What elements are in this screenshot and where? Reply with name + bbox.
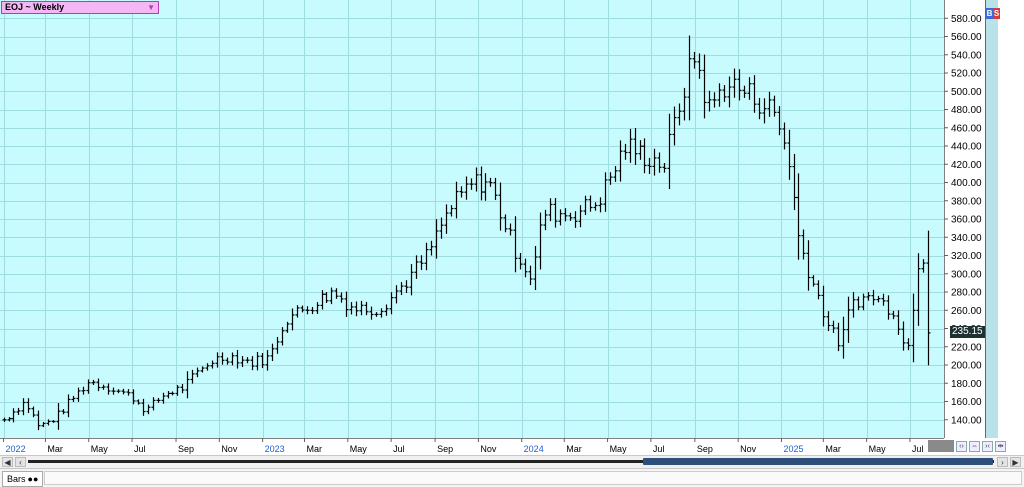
x-tick-label: Mar (306, 444, 322, 454)
y-tick-label: 220.00 (951, 342, 982, 353)
x-tick-label: May (350, 444, 368, 454)
y-tick-label: 380.00 (951, 196, 982, 207)
status-bar: Bars ●● (0, 468, 1024, 487)
time-scrollbar[interactable]: ◀ ‹ › ▶ (0, 455, 1024, 468)
x-tick-label: May (91, 444, 109, 454)
y-tick-label: 560.00 (951, 32, 982, 43)
y-tick-label: 280.00 (951, 288, 982, 299)
zoom-out-icon[interactable]: ‹› (956, 441, 967, 452)
y-tick-label: 300.00 (951, 269, 982, 280)
x-tick-label: 2023 (265, 444, 285, 454)
y-tick-label: 340.00 (951, 233, 982, 244)
y-tick-label: 520.00 (951, 69, 982, 80)
x-tick-label: Mar (825, 444, 841, 454)
x-tick-label: Mar (566, 444, 582, 454)
x-tick-label: Jul (912, 444, 924, 454)
x-tick-label: Mar (47, 444, 63, 454)
y-tick-label: 440.00 (951, 142, 982, 153)
x-tick-label: Jul (134, 444, 146, 454)
chart-tool-buttons: ‹› ⇔ ›‹ ⇹ (956, 441, 1006, 452)
y-tick-label: 140.00 (951, 415, 982, 426)
last-price-marker: 235.15 (950, 326, 985, 338)
symbol-label: EOJ ~ Weekly (5, 2, 65, 12)
symbol-selector[interactable]: EOJ ~ Weekly ▼ (1, 1, 159, 14)
y-tick-label: 540.00 (951, 50, 982, 61)
time-axis-corner (928, 440, 954, 452)
right-edge-panel (998, 0, 1024, 438)
scroll-left-icon[interactable]: ‹ (15, 457, 26, 467)
y-tick-label: 400.00 (951, 178, 982, 189)
zoom-in-icon[interactable]: ›‹ (982, 441, 993, 452)
link-icon: ●● (27, 474, 39, 484)
x-tick-label: Nov (221, 444, 238, 454)
y-tick-label: 320.00 (951, 251, 982, 262)
x-tick-label: 2025 (783, 444, 803, 454)
status-panel (44, 471, 1022, 485)
chart-canvas[interactable]: 140.00160.00180.00200.00220.00240.00260.… (0, 0, 1024, 455)
scroll-start-icon[interactable]: ◀ (2, 457, 13, 467)
scroll-thumb[interactable] (643, 458, 993, 465)
x-tick-label: Sep (437, 444, 453, 454)
x-tick-label: Nov (480, 444, 497, 454)
buy-sell-badge[interactable]: BS (986, 8, 1000, 19)
y-tick-label: 480.00 (951, 105, 982, 116)
x-tick-label: 2024 (524, 444, 544, 454)
y-tick-label: 360.00 (951, 215, 982, 226)
x-tick-label: Jul (393, 444, 405, 454)
bars-tab[interactable]: Bars ●● (2, 471, 44, 487)
x-tick-label: Jul (653, 444, 665, 454)
bars-tab-label: Bars (7, 474, 26, 484)
right-gutter-strip (985, 0, 998, 438)
chevron-down-icon[interactable]: ▼ (147, 2, 155, 13)
scroll-right-icon[interactable]: › (997, 457, 1008, 467)
buy-icon[interactable]: B (986, 8, 993, 19)
sell-icon[interactable]: S (993, 8, 1000, 19)
x-tick-label: May (869, 444, 887, 454)
fit-chart-icon[interactable]: ⇔ (969, 441, 980, 452)
y-tick-label: 260.00 (951, 306, 982, 317)
price-chart[interactable]: 140.00160.00180.00200.00220.00240.00260.… (0, 0, 1024, 455)
scroll-end-icon[interactable]: ▶ (1010, 457, 1021, 467)
x-tick-label: 2022 (6, 444, 26, 454)
x-tick-label: Nov (740, 444, 757, 454)
x-tick-label: May (610, 444, 628, 454)
x-tick-label: Sep (697, 444, 713, 454)
y-tick-label: 580.00 (951, 14, 982, 25)
y-tick-label: 420.00 (951, 160, 982, 171)
y-tick-label: 500.00 (951, 87, 982, 98)
y-tick-label: 160.00 (951, 397, 982, 408)
y-tick-label: 460.00 (951, 123, 982, 134)
y-tick-label: 180.00 (951, 379, 982, 390)
x-tick-label: Sep (178, 444, 194, 454)
expand-icon[interactable]: ⇹ (995, 441, 1006, 452)
y-tick-label: 200.00 (951, 361, 982, 372)
